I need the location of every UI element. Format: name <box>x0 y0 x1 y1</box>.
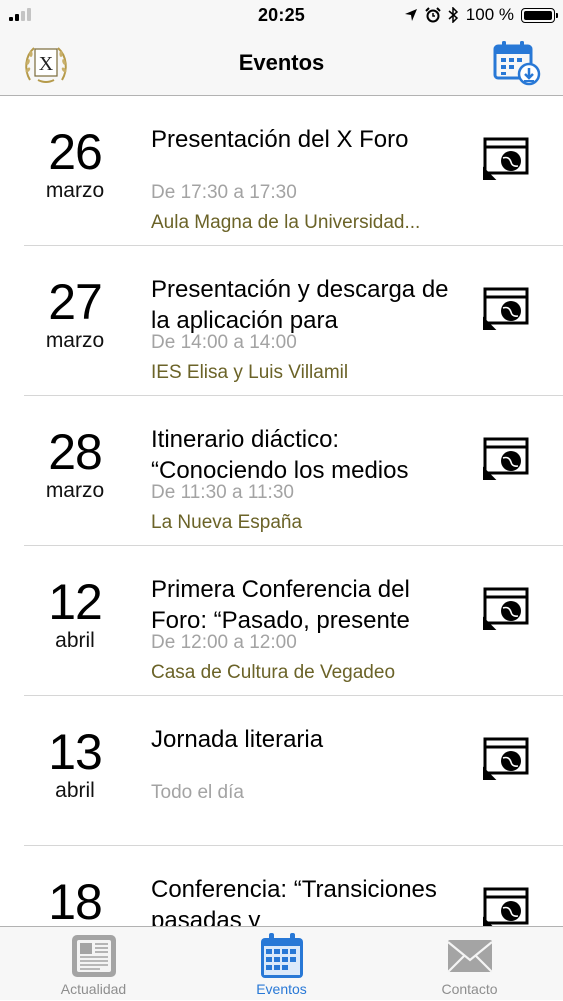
event-time: De 17:30 a 17:30 <box>151 182 297 203</box>
event-row[interactable]: 13 abril Jornada literaria Todo el día <box>0 696 563 846</box>
bluetooth-icon <box>448 7 458 23</box>
calendar-icon <box>260 933 303 978</box>
event-time: De 11:30 a 11:30 <box>151 482 294 503</box>
event-title: Primera Conferencia del Foro: “Pasado, p… <box>151 576 410 634</box>
battery-percent: 100 % <box>465 5 514 24</box>
status-bar: 20:25 100 % <box>0 0 563 30</box>
event-time: De 14:00 a 14:00 <box>151 332 297 353</box>
event-row[interactable]: 26 marzo Presentación del X Foro De 17:3… <box>0 96 563 246</box>
tab-label: Contacto <box>441 981 498 997</box>
alarm-icon <box>425 7 441 23</box>
tab-contacto[interactable]: Contacto <box>376 927 563 1001</box>
calendar-download-button[interactable] <box>493 40 541 86</box>
event-title: Itinerario diáctico: “Conociendo los med… <box>151 426 409 484</box>
event-title: Presentación del X Foro <box>151 126 409 153</box>
event-date: 12 abril <box>22 576 128 654</box>
nav-bar: X Eventos <box>0 30 563 96</box>
battery-icon <box>521 7 558 23</box>
event-month: marzo <box>45 329 105 352</box>
event-date: 26 marzo <box>22 126 128 204</box>
location-arrow-icon <box>404 9 417 21</box>
event-date: 18 <box>22 876 128 928</box>
envelope-icon <box>446 940 493 973</box>
event-month: marzo <box>45 179 105 202</box>
event-day: 12 <box>48 574 103 630</box>
event-date: 27 marzo <box>22 276 128 354</box>
event-time: Todo el día <box>151 782 244 803</box>
event-day: 26 <box>48 124 103 180</box>
event-month: marzo <box>45 479 105 502</box>
event-month: abril <box>55 629 95 652</box>
event-day: 27 <box>48 274 103 330</box>
event-title: Presentación y descarga de la aplicación… <box>151 276 449 334</box>
tab-label: Eventos <box>256 981 307 997</box>
event-title: Jornada literaria <box>151 726 324 753</box>
event-day: 18 <box>48 874 103 930</box>
event-place: La Nueva España <box>151 512 303 533</box>
newspaper-icon <box>71 935 116 977</box>
tab-eventos[interactable]: Eventos <box>188 927 375 1001</box>
tab-actualidad[interactable]: Actualidad <box>0 927 187 1001</box>
tab-label: Actualidad <box>60 981 127 997</box>
event-date: 13 abril <box>22 726 128 804</box>
web-link-icon[interactable] <box>481 136 531 184</box>
web-link-icon[interactable] <box>481 736 531 784</box>
calendar-download-icon <box>493 41 541 86</box>
status-right: 100 % <box>404 5 558 25</box>
event-day: 28 <box>48 424 103 480</box>
event-row[interactable]: 28 marzo Itinerario diáctico: “Conociend… <box>0 396 563 546</box>
event-day: 13 <box>48 724 103 780</box>
event-row[interactable]: 27 marzo Presentación y descarga de la a… <box>0 246 563 396</box>
event-place: IES Elisa y Luis Villamil <box>151 362 349 383</box>
event-list: 26 marzo Presentación del X Foro De 17:3… <box>0 96 563 996</box>
web-link-icon[interactable] <box>481 436 531 484</box>
event-date: 28 marzo <box>22 426 128 504</box>
event-row[interactable]: 12 abril Primera Conferencia del Foro: “… <box>0 546 563 696</box>
event-place: Aula Magna de la Universidad... <box>151 212 421 233</box>
web-link-icon[interactable] <box>481 586 531 634</box>
event-place: Casa de Cultura de Vegadeo <box>151 662 396 683</box>
event-time: De 12:00 a 12:00 <box>151 632 297 653</box>
page-title: Eventos <box>238 50 325 75</box>
event-month: abril <box>55 779 95 802</box>
tab-bar: Actualidad Eventos Contacto <box>0 926 563 1000</box>
web-link-icon[interactable] <box>481 286 531 334</box>
